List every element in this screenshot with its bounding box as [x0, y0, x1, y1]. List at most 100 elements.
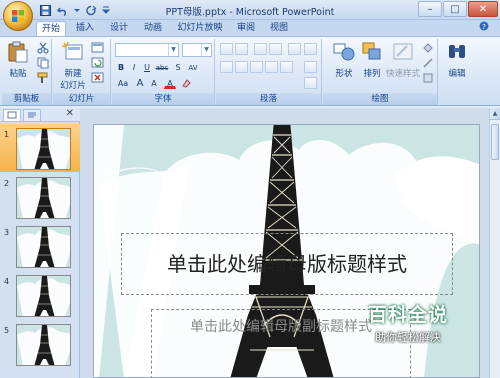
bullets-icon[interactable]: [220, 43, 233, 55]
clear-formatting-icon[interactable]: [180, 77, 192, 89]
shrink-font-button[interactable]: A: [148, 77, 160, 89]
outline-tab[interactable]: [23, 109, 41, 121]
slide-number: 2: [4, 179, 10, 188]
font-color-button[interactable]: A: [164, 77, 176, 89]
window-controls: – □ ✕: [418, 1, 498, 17]
pane-tabs: ✕: [0, 108, 80, 122]
copy-icon[interactable]: [36, 57, 50, 69]
paste-button[interactable]: 粘贴: [4, 41, 32, 79]
tab-slideshow[interactable]: 幻灯片放映: [175, 21, 225, 36]
paragraph-group: 段落: [216, 39, 322, 105]
minimize-button[interactable]: –: [418, 1, 442, 17]
arrange-label: 排列: [363, 69, 381, 79]
drawing-group: 形状 排列 快速样式 绘图: [323, 39, 438, 105]
slide-number: 1: [4, 130, 10, 139]
editing-group: 编辑: [439, 39, 475, 105]
smartart-icon[interactable]: [304, 77, 317, 89]
slide-number: 4: [4, 277, 10, 286]
strikethrough-button[interactable]: abc: [154, 61, 170, 73]
scroll-up-icon[interactable]: ▲: [490, 108, 500, 120]
font-size-combo[interactable]: ▼: [182, 43, 212, 57]
vertical-scrollbar[interactable]: ▲: [489, 108, 500, 378]
arrange-button[interactable]: 排列: [355, 41, 389, 79]
editing-label: 编辑: [448, 69, 466, 79]
reset-icon[interactable]: [91, 57, 105, 69]
clipboard-group-label: 剪贴板: [2, 93, 51, 105]
slide-thumbnail[interactable]: 5: [0, 320, 80, 368]
clipboard-group: 粘贴 剪贴板: [2, 39, 52, 105]
bold-button[interactable]: B: [115, 61, 127, 73]
increase-indent-icon[interactable]: [269, 43, 282, 55]
watermark-subtitle: 助你轻松解决: [375, 331, 441, 344]
slide-thumbnail-image: [16, 177, 71, 219]
chevron-down-icon: ▼: [168, 44, 178, 56]
slides-tab[interactable]: [3, 109, 21, 121]
shape-fill-icon[interactable]: [422, 42, 436, 54]
new-slide-button[interactable]: 新建 幻灯片: [55, 41, 91, 91]
shape-effects-icon[interactable]: [422, 72, 436, 84]
slide-number: 5: [4, 326, 10, 335]
tab-view[interactable]: 视图: [266, 21, 292, 36]
editing-button[interactable]: 编辑: [440, 41, 474, 79]
tab-review[interactable]: 审阅: [233, 21, 259, 36]
binoculars-icon: [449, 45, 465, 58]
office-logo-icon: [12, 10, 24, 22]
slides-pane: ✕ 1 2 3 4 5: [0, 108, 80, 378]
quick-styles-button[interactable]: 快速样式: [385, 41, 421, 79]
slide-thumbnail[interactable]: 1: [0, 124, 80, 172]
justify-icon[interactable]: [265, 61, 278, 73]
paste-icon: [8, 41, 28, 63]
shadow-button[interactable]: S: [172, 61, 184, 73]
maximize-button[interactable]: □: [443, 1, 467, 17]
align-text-icon[interactable]: [304, 61, 317, 73]
paste-label: 粘贴: [9, 69, 27, 79]
title-placeholder-text: 单击此处编辑母版标题样式: [167, 252, 407, 276]
close-button[interactable]: ✕: [468, 1, 498, 17]
new-slide-label-2: 幻灯片: [60, 81, 86, 91]
shape-outline-icon[interactable]: [422, 57, 436, 69]
cut-icon[interactable]: [36, 42, 50, 54]
grow-font-button[interactable]: A: [134, 77, 146, 89]
slide-thumbnail[interactable]: 4: [0, 271, 80, 319]
svg-text:?: ?: [482, 23, 486, 31]
tab-animations[interactable]: 动画: [140, 21, 166, 36]
italic-button[interactable]: I: [128, 61, 140, 73]
delete-slide-icon[interactable]: [91, 72, 105, 84]
font-group-label: 字体: [112, 93, 214, 105]
text-direction-icon[interactable]: [304, 43, 317, 55]
ribbon: 粘贴 剪贴板 新建 幻灯片 幻灯片 ▼ ▼ B I U abc S AV Aa …: [0, 36, 500, 106]
watermark-title: 百科全说: [367, 304, 448, 326]
columns-icon[interactable]: [280, 61, 293, 73]
office-button[interactable]: [3, 1, 33, 31]
arrange-icon: [362, 42, 381, 60]
decrease-indent-icon[interactable]: [254, 43, 267, 55]
close-icon[interactable]: ✕: [66, 108, 74, 119]
format-painter-icon[interactable]: [36, 72, 50, 84]
scroll-thumb[interactable]: [491, 124, 499, 160]
quick-styles-label: 快速样式: [385, 69, 420, 79]
layout-icon[interactable]: [91, 42, 105, 54]
watermark: 百科全说 助你轻松解决: [348, 300, 468, 352]
tab-home[interactable]: 开始: [36, 21, 66, 36]
quick-styles-icon: [393, 43, 413, 60]
align-left-icon[interactable]: [220, 61, 233, 73]
align-right-icon[interactable]: [250, 61, 263, 73]
slide-thumbnail[interactable]: 2: [0, 173, 80, 221]
line-spacing-icon[interactable]: [288, 43, 301, 55]
new-slide-label-1: 新建: [64, 69, 82, 79]
help-icon[interactable]: ?: [476, 21, 492, 36]
slide-thumbnail-image: [16, 226, 71, 268]
slides-group-label: 幻灯片: [53, 93, 110, 105]
title-placeholder[interactable]: 单击此处编辑母版标题样式: [121, 233, 453, 295]
character-spacing-button[interactable]: AV: [186, 61, 200, 73]
change-case-button[interactable]: Aa: [115, 77, 131, 89]
slide-thumbnail[interactable]: 3: [0, 222, 80, 270]
underline-button[interactable]: U: [141, 61, 153, 73]
font-name-combo[interactable]: ▼: [115, 43, 179, 57]
slide-thumbnail-image: [16, 275, 71, 317]
ribbon-tabs: 开始 插入 设计 动画 幻灯片放映 审阅 视图 ?: [0, 20, 500, 36]
numbering-icon[interactable]: [235, 43, 248, 55]
tab-insert[interactable]: 插入: [72, 21, 98, 36]
tab-design[interactable]: 设计: [106, 21, 132, 36]
align-center-icon[interactable]: [235, 61, 248, 73]
